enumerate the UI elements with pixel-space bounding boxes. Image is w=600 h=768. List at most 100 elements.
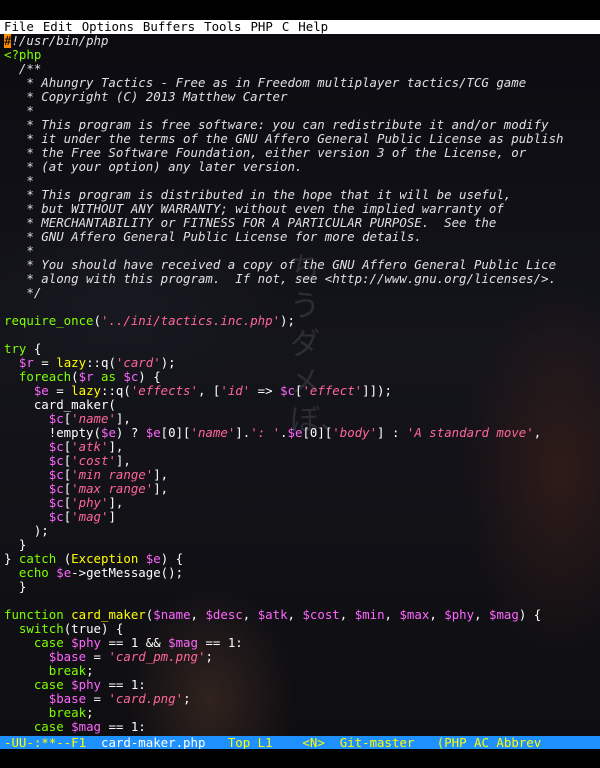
code-line[interactable]: * Ahungry Tactics - Free as in Freedom m… [4,76,600,90]
code-line[interactable]: * GNU Affero General Public License for … [4,230,600,244]
code-token: = [86,650,109,664]
code-token: ) { [138,370,161,384]
code-line[interactable]: * [4,104,600,118]
menu-edit[interactable]: Edit [43,20,73,34]
minibuffer[interactable] [0,749,600,768]
code-token: * You should have received a copy of the… [4,258,557,272]
code-token: ], [108,440,124,454]
menu-help[interactable]: Help [298,20,328,34]
code-line[interactable]: * Copyright (C) 2013 Matthew Carter [4,90,600,104]
code-token: 'name' [71,412,116,426]
code-line[interactable]: card_maker( [4,398,600,412]
code-token: lazy [71,384,101,398]
code-line[interactable]: /** [4,62,600,76]
code-line[interactable]: } [4,538,600,552]
code-line[interactable]: * This program is distributed in the hop… [4,188,600,202]
code-line[interactable]: } [4,580,600,594]
code-line[interactable]: switch(true) { [4,622,600,636]
code-line[interactable]: * [4,174,600,188]
code-token: ; [205,650,213,664]
code-token: $base [48,692,87,706]
modeline-buffer-name[interactable]: card-maker.php [101,736,205,749]
code-line[interactable]: $c['atk'], [4,440,600,454]
code-token: } [4,552,19,566]
code-token: switch [18,622,64,636]
code-token: require_once [4,314,94,328]
code-line[interactable]: echo $e->getMessage(); [4,566,600,580]
menu-buffers[interactable]: Buffers [143,20,195,34]
code-line[interactable]: * along with this program. If not, see <… [4,272,600,286]
code-line[interactable]: break; [4,706,600,720]
code-line[interactable]: $base = 'card_pm.png'; [4,650,600,664]
code-token: $e [145,552,161,566]
modeline-modes[interactable]: (PHP AC Abbrev [437,736,541,749]
menu-php[interactable]: PHP [250,20,272,34]
code-line[interactable]: * [4,244,600,258]
code-line[interactable]: foreach($r as $c) { [4,370,600,384]
code-editor[interactable]: #!/usr/bin/php <?php /** * Ahungry Tactic… [4,34,600,734]
code-line[interactable]: $r = lazy::q('card'); [4,356,600,370]
code-line[interactable]: require_once('../ini/tactics.inc.php'); [4,314,600,328]
code-token: , [242,608,258,622]
code-line[interactable]: case $phy == 1: [4,678,600,692]
code-line[interactable]: $c['phy'], [4,496,600,510]
code-line[interactable]: $base = 'card.png'; [4,692,600,706]
code-line[interactable]: try { [4,342,600,356]
code-line[interactable]: * MERCHANTABILITY or FITNESS FOR A PARTI… [4,216,600,230]
code-line[interactable]: * the Free Software Foundation, either v… [4,146,600,160]
code-line[interactable]: #!/usr/bin/php [4,34,600,48]
code-line[interactable]: */ [4,286,600,300]
modeline-vc[interactable]: Git-master [340,736,415,749]
code-token: 'name' [190,426,236,440]
code-token: $c [48,496,64,510]
code-line[interactable]: function card_maker($name, $desc, $atk, … [4,608,600,622]
menu-options[interactable]: Options [82,20,134,34]
code-line[interactable]: $e = lazy::q('effects', ['id' => $c['eff… [4,384,600,398]
mode-line: -UU-:**--F1 card-maker.php Top L1 <N> Gi… [0,736,600,749]
code-token: ); [160,356,176,370]
code-line[interactable]: case $phy == 1 && $mag == 1: [4,636,600,650]
code-line[interactable]: ); [4,524,600,538]
code-line[interactable]: * You should have received a copy of the… [4,258,600,272]
code-token: ]]); [362,384,392,398]
code-token: ] : [377,426,407,440]
code-line[interactable]: break; [4,664,600,678]
code-token: $e [100,426,116,440]
code-token: $mag [168,636,198,650]
code-line[interactable]: $c['cost'], [4,454,600,468]
code-token: case [33,636,64,650]
code-line[interactable]: * but WITHOUT ANY WARRANTY; without even… [4,202,600,216]
menu-c[interactable]: C [282,20,289,34]
code-token: ], [108,496,124,510]
code-line[interactable]: * (at your option) any later version. [4,160,600,174]
code-token: [0][ [160,426,191,440]
menu-file[interactable]: File [4,20,34,34]
code-token: $c [48,468,64,482]
code-token: as [93,370,124,384]
code-line[interactable] [4,328,600,342]
code-line[interactable]: case $mag == 1: [4,720,600,734]
code-line[interactable]: $c['min range'], [4,468,600,482]
code-token: $name [153,608,191,622]
code-line[interactable]: } catch (Exception $e) { [4,552,600,566]
code-token: == 1: [101,678,146,692]
code-token: * Copyright (C) 2013 Matthew Carter [4,90,288,104]
code-line[interactable]: * it under the terms of the GNU Affero G… [4,132,600,146]
code-line[interactable]: * This program is free software: you can… [4,118,600,132]
code-line[interactable] [4,300,600,314]
code-line[interactable]: $c['name'], [4,412,600,426]
code-line[interactable]: <?php [4,48,600,62]
code-line[interactable]: !empty($e) ? $e[0]['name'].': '.$e[0]['b… [4,426,600,440]
code-line[interactable]: $c['max range'], [4,482,600,496]
code-line[interactable] [4,594,600,608]
code-line[interactable]: $c['mag'] [4,510,600,524]
code-token: $r [78,370,94,384]
menu-tools[interactable]: Tools [204,20,241,34]
code-token: try [4,342,27,356]
